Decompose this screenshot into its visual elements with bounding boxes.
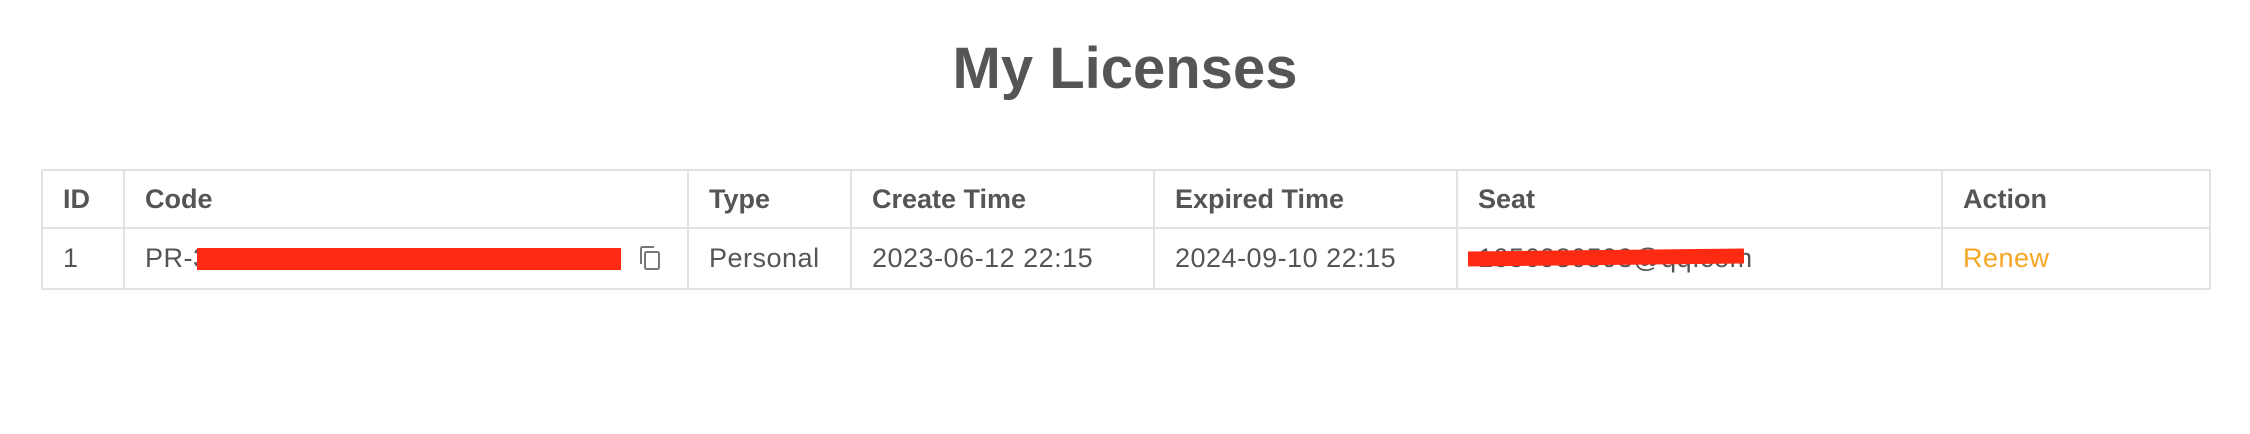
seat-redaction bbox=[1467, 248, 1745, 267]
code-redaction bbox=[197, 248, 621, 270]
table-header-row: ID Code Type Create Time Expired Time Se… bbox=[41, 169, 2211, 229]
license-id-cell: 1 bbox=[41, 227, 125, 290]
column-header-seat: Seat bbox=[1456, 169, 1943, 229]
page-title: My Licenses bbox=[952, 36, 1298, 101]
column-header-id: ID bbox=[41, 169, 125, 229]
renew-link[interactable]: Renew bbox=[1963, 243, 2050, 273]
action-cell: Renew bbox=[1941, 227, 2211, 290]
expired-time-cell: 2024-09-10 22:15 bbox=[1153, 227, 1458, 290]
column-header-action: Action bbox=[1941, 169, 2211, 229]
column-header-expired-time: Expired Time bbox=[1153, 169, 1458, 229]
create-time-cell: 2023-06-12 22:15 bbox=[850, 227, 1155, 290]
copy-icon[interactable] bbox=[638, 244, 662, 272]
licenses-table: ID Code Type Create Time Expired Time Se… bbox=[41, 169, 2211, 290]
column-header-code: Code bbox=[123, 169, 689, 229]
license-code-cell: PR-3 bbox=[123, 227, 689, 290]
table-row: 1 PR-3 Personal 2023-06-12 22:15 2024-09… bbox=[41, 227, 2211, 290]
license-type-cell: Personal bbox=[687, 227, 852, 290]
seat-cell: 1056980593@qq.com bbox=[1456, 227, 1943, 290]
column-header-type: Type bbox=[687, 169, 852, 229]
column-header-create-time: Create Time bbox=[850, 169, 1155, 229]
